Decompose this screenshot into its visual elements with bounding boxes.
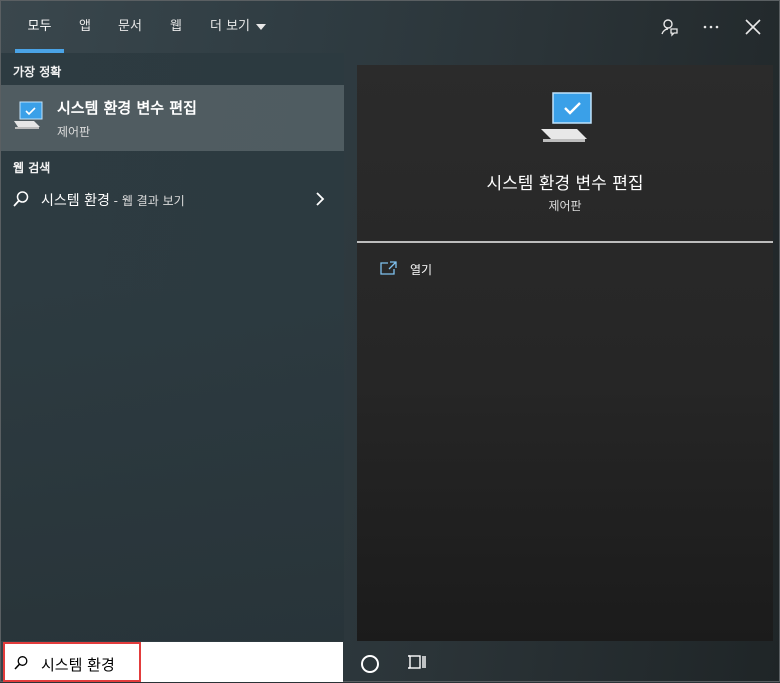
computer-settings-icon xyxy=(14,101,43,129)
feedback-icon[interactable] xyxy=(657,15,681,39)
close-icon[interactable] xyxy=(741,15,765,39)
chevron-right-icon[interactable] xyxy=(313,190,327,208)
computer-settings-icon xyxy=(541,92,592,142)
results-panel: 가장 정확 시스템 환경 변수 편집 제어판 웹 검색 시스템 환경 - 웹 결… xyxy=(1,53,344,641)
taskbar: 시스템 환경 xyxy=(1,641,780,683)
preview-panel: 시스템 환경 변수 편집 제어판 열기 xyxy=(357,65,773,641)
divider xyxy=(357,241,773,243)
task-view-icon[interactable] xyxy=(407,653,427,671)
web-search-text: 시스템 환경 - 웹 결과 보기 xyxy=(41,190,185,210)
chevron-down-icon xyxy=(256,23,266,30)
open-icon xyxy=(380,261,397,275)
search-icon xyxy=(13,191,29,207)
best-match-result[interactable]: 시스템 환경 변수 편집 제어판 xyxy=(1,85,344,151)
more-options-icon[interactable] xyxy=(699,15,723,39)
tab-more[interactable]: 더 보기 xyxy=(205,1,271,53)
tab-documents[interactable]: 문서 xyxy=(114,1,146,53)
web-search-query: 시스템 환경 xyxy=(41,193,110,209)
tab-apps[interactable]: 앱 xyxy=(73,1,97,53)
tab-more-label: 더 보기 xyxy=(209,19,250,34)
top-nav: 모두 앱 문서 웹 더 보기 xyxy=(1,1,780,53)
web-search-header: 웹 검색 xyxy=(13,161,51,175)
preview-title: 시스템 환경 변수 편집 xyxy=(486,174,644,194)
search-window: 모두 앱 문서 웹 더 보기 가장 정확 시스템 환경 변수 편집 제어판 웹 … xyxy=(0,0,780,682)
tab-all[interactable]: 모두 xyxy=(15,1,64,53)
search-text-highlight xyxy=(3,642,141,682)
best-match-subtitle: 제어판 xyxy=(57,125,91,139)
open-action-label: 열기 xyxy=(410,263,433,277)
best-match-header: 가장 정확 xyxy=(13,65,62,79)
best-match-title: 시스템 환경 변수 편집 xyxy=(57,99,197,117)
tab-web[interactable]: 웹 xyxy=(164,1,188,53)
web-search-suffix: - 웹 결과 보기 xyxy=(109,194,185,208)
web-search-result[interactable]: 시스템 환경 - 웹 결과 보기 xyxy=(1,181,344,217)
preview-subtitle: 제어판 xyxy=(548,199,582,213)
cortana-icon[interactable] xyxy=(361,655,379,673)
